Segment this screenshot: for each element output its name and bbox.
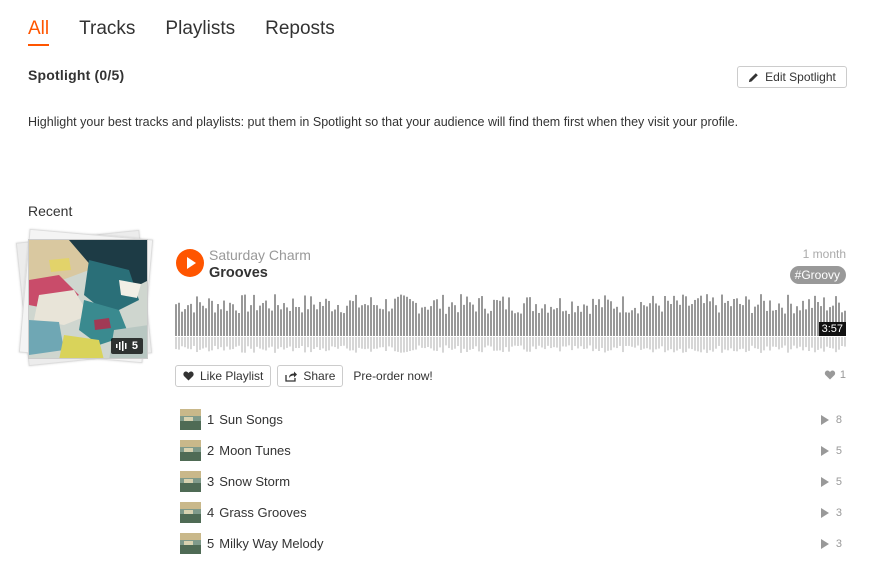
tab-playlists[interactable]: Playlists	[165, 16, 235, 46]
like-playlist-label: Like Playlist	[200, 369, 264, 383]
play-icon	[820, 414, 829, 425]
track-thumbnail	[180, 533, 201, 554]
recent-heading: Recent	[28, 203, 73, 219]
track-name[interactable]: Milky Way Melody	[219, 536, 323, 551]
waveform-icon	[115, 341, 127, 351]
track-thumbnail	[180, 409, 201, 430]
artwork-image: 5	[28, 239, 148, 359]
heart-icon	[824, 370, 836, 380]
duration-label: 3:57	[818, 322, 846, 336]
edit-spotlight-button[interactable]: Edit Spotlight	[737, 66, 847, 88]
share-icon	[285, 371, 298, 382]
playlist-title[interactable]: Grooves	[209, 265, 268, 281]
play-count: 3	[820, 506, 842, 519]
heart-icon	[183, 371, 194, 381]
tab-tracks[interactable]: Tracks	[79, 16, 135, 46]
play-icon	[820, 538, 829, 549]
uploader-name[interactable]: Saturday Charm	[209, 247, 311, 263]
edit-spotlight-label: Edit Spotlight	[765, 70, 836, 84]
play-count: 8	[820, 413, 842, 426]
list-item[interactable]: 2 Moon Tunes 5	[180, 435, 842, 466]
play-count-value: 5	[835, 475, 842, 488]
play-icon	[820, 445, 829, 456]
play-icon	[820, 476, 829, 487]
preorder-link[interactable]: Pre-order now!	[353, 369, 432, 383]
spotlight-description: Highlight your best tracks and playlists…	[28, 115, 739, 129]
play-count-value: 8	[835, 413, 842, 426]
track-count: 5	[131, 340, 138, 352]
genre-tag[interactable]: #Groovy	[789, 266, 846, 284]
play-count: 5	[820, 444, 842, 457]
share-button[interactable]: Share	[277, 365, 344, 387]
play-count-value: 5	[835, 444, 842, 457]
track-count-badge: 5	[110, 338, 143, 354]
track-thumbnail	[180, 440, 201, 461]
track-number: 4	[207, 505, 215, 520]
track-number: 5	[207, 536, 215, 551]
track-name[interactable]: Sun Songs	[219, 412, 283, 427]
list-item[interactable]: 1 Sun Songs 8	[180, 404, 842, 435]
play-count: 3	[820, 537, 842, 550]
playlist-artwork[interactable]: 5	[15, 228, 158, 370]
list-item[interactable]: 3 Snow Storm 5	[180, 466, 842, 497]
profile-tabs: All Tracks Playlists Reposts	[28, 16, 365, 46]
play-button[interactable]	[176, 249, 204, 277]
list-item[interactable]: 4 Grass Grooves 3	[180, 497, 842, 528]
track-name[interactable]: Grass Grooves	[219, 505, 306, 520]
track-number: 3	[207, 474, 215, 489]
play-count: 5	[820, 475, 842, 488]
track-name[interactable]: Snow Storm	[219, 474, 290, 489]
track-name[interactable]: Moon Tunes	[219, 443, 291, 458]
track-thumbnail	[180, 471, 201, 492]
like-count-value: 1	[839, 369, 846, 381]
track-number: 2	[207, 443, 215, 458]
share-label: Share	[303, 369, 336, 383]
posted-time: 1 month	[802, 247, 846, 261]
action-bar: Like Playlist Share Pre-order now!	[175, 365, 433, 387]
track-list: 1 Sun Songs 8 2 Moon Tunes 5 3 Snow Stor…	[180, 404, 842, 559]
list-item[interactable]: 5 Milky Way Melody 3	[180, 528, 842, 559]
spotlight-title: Spotlight (0/5)	[28, 67, 125, 83]
play-icon	[820, 507, 829, 518]
track-number: 1	[207, 412, 215, 427]
like-playlist-button[interactable]: Like Playlist	[175, 365, 272, 387]
tab-all[interactable]: All	[28, 16, 50, 46]
pencil-icon	[749, 72, 758, 82]
waveform[interactable]	[175, 294, 847, 354]
like-count: 1	[824, 369, 846, 381]
tab-reposts[interactable]: Reposts	[265, 16, 335, 46]
play-count-value: 3	[835, 506, 842, 519]
track-thumbnail	[180, 502, 201, 523]
play-count-value: 3	[835, 537, 842, 550]
